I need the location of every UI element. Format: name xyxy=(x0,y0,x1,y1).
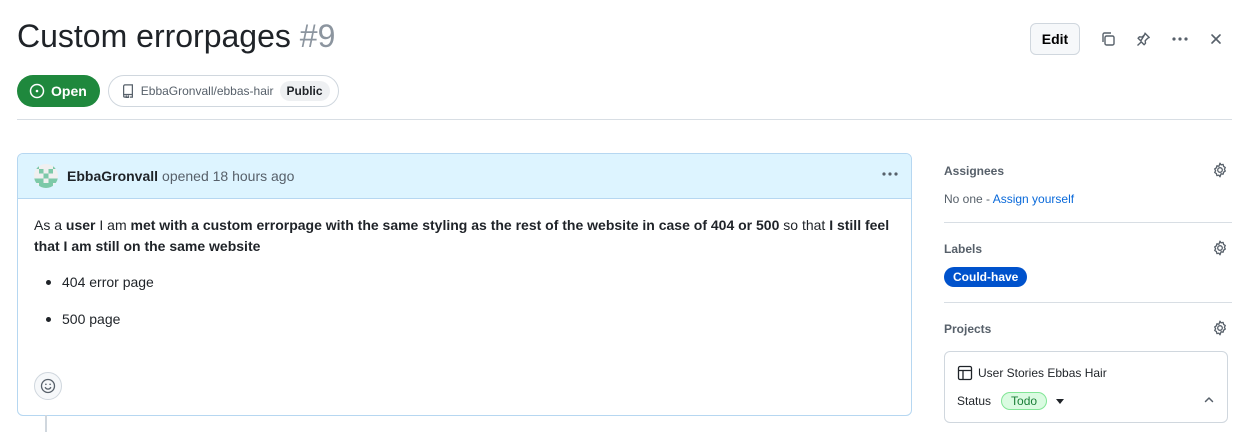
copy-icon[interactable] xyxy=(1095,26,1121,52)
body-bold-2: met with a custom errorpage with the sam… xyxy=(130,217,780,233)
status-label: Status xyxy=(957,394,992,408)
project-name: User Stories Ebbas Hair xyxy=(978,366,1107,380)
body-text-3: so that xyxy=(779,217,830,233)
issue-header: Custom errorpages #9 Edit xyxy=(17,14,1232,64)
comment-body: As a user I am met with a custom errorpa… xyxy=(18,199,911,331)
comment-paragraph: As a user I am met with a custom errorpa… xyxy=(34,215,895,257)
issue-title: Custom errorpages #9 xyxy=(17,18,335,55)
assign-yourself-link[interactable]: Assign yourself xyxy=(993,192,1074,206)
issue-title-text: Custom errorpages xyxy=(17,18,291,54)
assignees-title: Assignees xyxy=(944,164,1005,178)
project-status-row: Status Todo xyxy=(957,390,1219,412)
body-bold-1: user xyxy=(65,217,96,233)
status-value[interactable]: Todo xyxy=(1001,392,1048,410)
issue-meta: Open EbbaGronvall/ebbas-hair Public xyxy=(17,75,339,107)
projects-title: Projects xyxy=(944,322,992,336)
projects-gear-icon[interactable] xyxy=(1212,320,1228,341)
project-card: User Stories Ebbas Hair Status Todo xyxy=(944,351,1228,423)
label-could-have[interactable]: Could-have xyxy=(944,267,1028,287)
kebab-icon[interactable] xyxy=(1167,26,1193,52)
state-label: Open xyxy=(51,83,87,99)
comment-header: EbbaGronvall opened 18 hours ago xyxy=(18,154,911,199)
visibility-badge: Public xyxy=(279,81,330,101)
project-title[interactable]: User Stories Ebbas Hair xyxy=(957,365,1107,381)
close-icon[interactable] xyxy=(1203,26,1229,52)
issue-sidebar: Assignees No one - Assign yourself Label… xyxy=(944,153,1232,428)
pin-icon[interactable] xyxy=(1130,26,1156,52)
list-item: 404 error page xyxy=(34,271,895,294)
status-dropdown-icon[interactable] xyxy=(1056,398,1065,404)
no-assignee-text: No one - xyxy=(944,192,993,206)
edit-button[interactable]: Edit xyxy=(1030,23,1080,55)
add-reaction-button[interactable] xyxy=(34,372,62,400)
issue-opened-icon xyxy=(29,83,45,99)
issue-number: #9 xyxy=(299,18,336,54)
issue-comment: EbbaGronvall opened 18 hours ago As a us… xyxy=(17,153,912,416)
labels-section: Labels Could-have xyxy=(944,223,1232,302)
body-text-2: I am xyxy=(95,217,131,233)
timeline-line xyxy=(45,415,47,432)
chevron-up-icon[interactable] xyxy=(1203,394,1215,409)
comment-timestamp[interactable]: opened 18 hours ago xyxy=(162,168,294,184)
assignees-value: No one - Assign yourself xyxy=(944,192,1074,206)
assignees-section: Assignees No one - Assign yourself xyxy=(944,153,1232,222)
comment-list: 404 error page 500 page xyxy=(34,271,895,331)
labels-title: Labels xyxy=(944,242,983,256)
labels-gear-icon[interactable] xyxy=(1212,240,1228,261)
header-divider xyxy=(17,119,1232,120)
repo-name: EbbaGronvall/ebbas-hair xyxy=(140,84,274,98)
repo-icon xyxy=(122,84,133,98)
state-badge: Open xyxy=(17,75,100,107)
smiley-icon xyxy=(40,378,56,394)
comment-options-icon[interactable] xyxy=(881,165,899,188)
comment-author[interactable]: EbbaGronvall xyxy=(67,168,158,184)
avatar[interactable] xyxy=(34,164,58,188)
assignees-gear-icon[interactable] xyxy=(1212,162,1228,183)
list-item: 500 page xyxy=(34,308,895,331)
table-icon xyxy=(957,365,973,381)
body-text-1: As a xyxy=(34,217,66,233)
repo-link[interactable]: EbbaGronvall/ebbas-hair Public xyxy=(107,75,339,107)
